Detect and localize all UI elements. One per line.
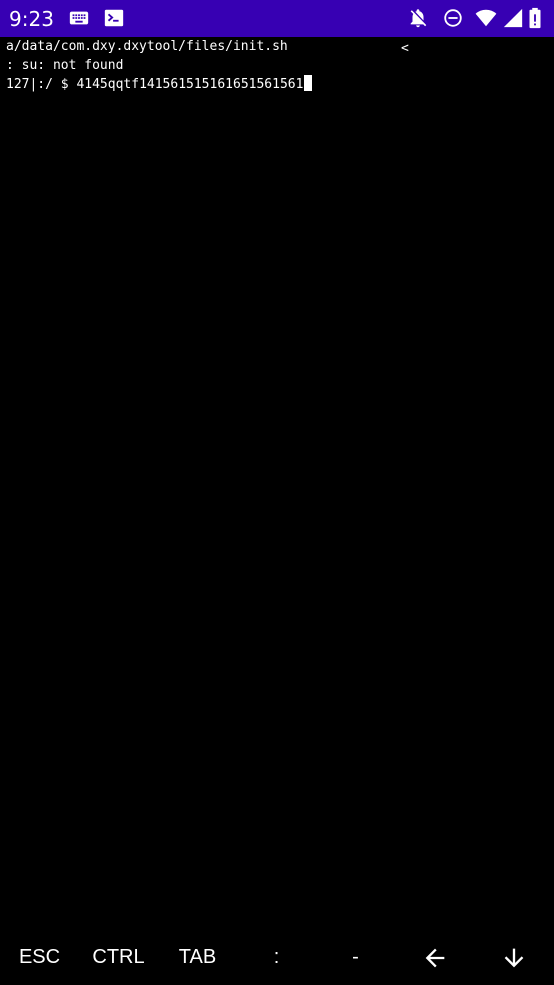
battery-icon (528, 7, 542, 29)
terminal-prompt: 127|:/ $ (6, 77, 77, 92)
dash-key[interactable]: - (316, 930, 395, 985)
terminal-marker: < (401, 41, 409, 56)
arrow-left-key[interactable] (395, 930, 474, 985)
arrow-down-icon (500, 944, 528, 972)
arrow-left-icon (421, 944, 449, 972)
ctrl-key[interactable]: CTRL (79, 930, 158, 985)
terminal-icon (103, 7, 125, 29)
status-time: 9:23 (9, 7, 54, 31)
terminal-line-1-text: a/data/com.dxy.dxytool/files/init.sh (6, 39, 288, 54)
terminal-view[interactable]: a/data/com.dxy.dxytool/files/init.sh < :… (0, 37, 554, 937)
signal-icon (502, 7, 524, 29)
terminal-line-2: : su: not found (6, 56, 123, 75)
colon-key[interactable]: : (237, 930, 316, 985)
esc-key[interactable]: ESC (0, 930, 79, 985)
terminal-input[interactable]: 4145qqtf141561515161651561561 (76, 77, 303, 92)
terminal-cursor (304, 75, 313, 91)
do-not-disturb-icon (442, 7, 464, 29)
notifications-off-icon (407, 7, 429, 29)
status-bar: 9:23 (0, 0, 554, 37)
tab-key[interactable]: TAB (158, 930, 237, 985)
terminal-line-2-text: : su: not found (6, 58, 124, 73)
wifi-icon (475, 7, 497, 29)
terminal-line-1: a/data/com.dxy.dxytool/files/init.sh (6, 37, 288, 56)
arrow-down-key[interactable] (474, 930, 554, 985)
extra-keys-bar: ESC CTRL TAB : - (0, 930, 554, 985)
keyboard-icon (68, 7, 90, 29)
terminal-prompt-line[interactable]: 127|:/ $ 4145qqtf141561515161651561561 (6, 75, 313, 94)
